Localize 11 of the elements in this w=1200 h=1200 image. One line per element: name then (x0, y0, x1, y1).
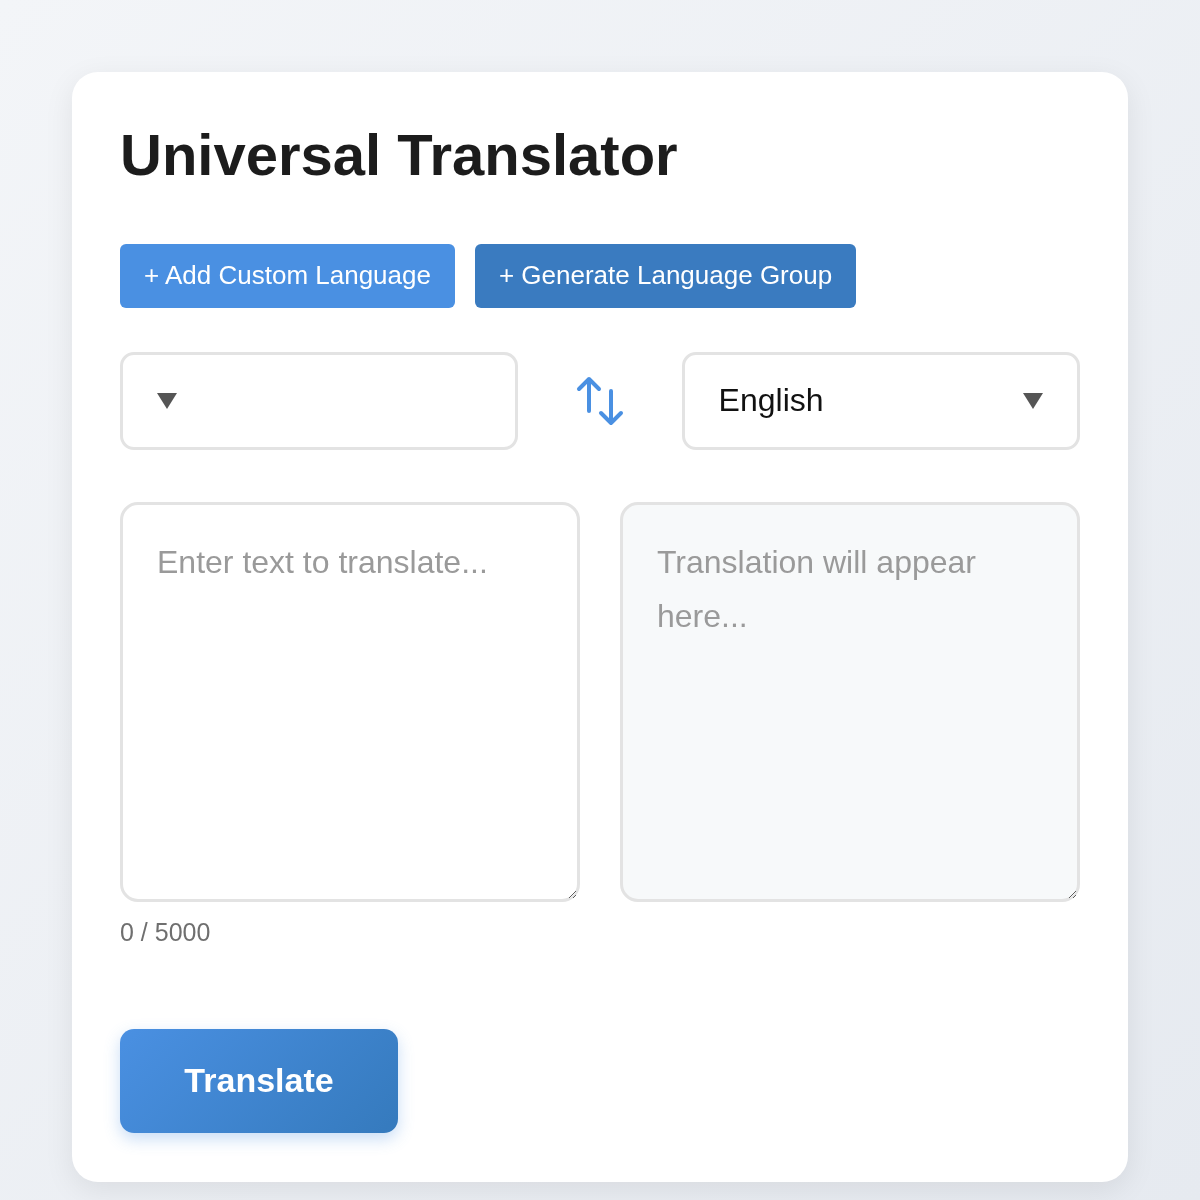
translation-output-field[interactable]: Translation will appear here... (620, 501, 1080, 902)
caret-icon (1023, 392, 1043, 409)
page-title: Universal Translator (120, 121, 679, 189)
target-language-select[interactable]: English (681, 351, 1080, 450)
caret-icon (157, 392, 177, 409)
character-counter: 0 / 5000 (120, 917, 212, 947)
swap-icon[interactable] (575, 374, 625, 427)
source-text-field[interactable]: Enter text to translate... (120, 501, 580, 902)
action-button[interactable]: + Add Custom Language (120, 243, 455, 308)
action-button[interactable]: + Generate Language Group (474, 243, 857, 308)
translate-button[interactable]: Translate (120, 1028, 398, 1133)
